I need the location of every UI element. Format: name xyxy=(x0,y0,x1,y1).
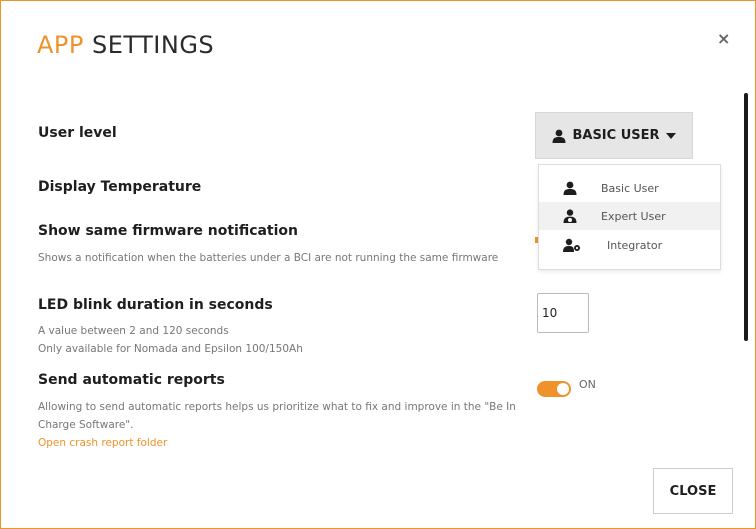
user-level-label: User level xyxy=(38,125,117,141)
user-expert-icon xyxy=(563,208,577,227)
led-blink-description-2: Only available for Nomada and Epsilon 10… xyxy=(38,343,303,355)
led-blink-label: LED blink duration in seconds xyxy=(38,297,273,313)
automatic-reports-toggle[interactable] xyxy=(537,381,571,397)
user-icon xyxy=(552,129,566,143)
open-crash-report-folder-link[interactable]: Open crash report folder xyxy=(38,437,167,449)
user-level-selected: BASIC USER xyxy=(572,128,660,143)
menu-item-label: Basic User xyxy=(601,181,659,195)
user-level-menu: Basic User Expert User Integrator xyxy=(538,164,721,270)
menu-item-label: Expert User xyxy=(601,209,666,223)
close-icon[interactable]: × xyxy=(717,29,730,48)
menu-item-expert-user[interactable]: Expert User xyxy=(539,202,720,230)
title-rest: SETTINGS xyxy=(83,31,215,59)
close-button[interactable]: CLOSE xyxy=(653,468,733,514)
menu-item-label: Integrator xyxy=(607,238,663,252)
modal-title: APP SETTINGS xyxy=(37,31,214,59)
firmware-notification-description: Shows a notification when the batteries … xyxy=(38,252,499,264)
user-icon xyxy=(563,180,577,199)
menu-item-basic-user[interactable]: Basic User xyxy=(539,174,720,202)
user-gear-icon xyxy=(563,237,581,256)
menu-item-integrator[interactable]: Integrator xyxy=(539,231,720,259)
app-settings-modal: APP SETTINGS × User level BASIC USER Dis… xyxy=(0,0,756,529)
automatic-reports-description: Allowing to send automatic reports helps… xyxy=(38,401,516,431)
caret-down-icon xyxy=(665,132,676,139)
title-accent: APP xyxy=(37,31,84,59)
scrollbar[interactable] xyxy=(744,93,748,341)
toggle-knob xyxy=(557,383,569,395)
led-blink-description-1: A value between 2 and 120 seconds xyxy=(38,325,229,337)
display-temperature-label: Display Temperature xyxy=(38,179,202,195)
led-blink-duration-input[interactable] xyxy=(537,293,589,333)
firmware-notification-label: Show same firmware notification xyxy=(38,223,299,239)
automatic-reports-toggle-state: ON xyxy=(579,378,596,391)
automatic-reports-label: Send automatic reports xyxy=(38,372,225,388)
user-level-dropdown-button[interactable]: BASIC USER xyxy=(535,112,693,159)
